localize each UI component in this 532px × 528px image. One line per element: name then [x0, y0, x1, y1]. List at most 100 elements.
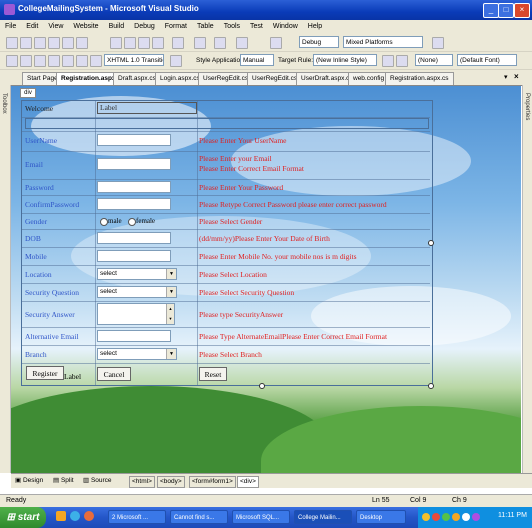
print-icon[interactable]: [76, 37, 88, 49]
reset-button[interactable]: Reset: [199, 367, 227, 381]
source-view-button[interactable]: ▥ Source: [83, 476, 112, 486]
menu-build[interactable]: Build: [104, 20, 130, 34]
tray-icon-5[interactable]: [462, 513, 470, 521]
open-icon[interactable]: [34, 37, 46, 49]
tray-icon-3[interactable]: [442, 513, 450, 521]
tab-dropdown-icon[interactable]: ▾: [504, 73, 508, 81]
menu-website[interactable]: Website: [68, 20, 103, 34]
validate-icon[interactable]: [170, 55, 182, 67]
taskbar-item-desktop[interactable]: Desktop: [356, 510, 406, 524]
firefox-icon[interactable]: [84, 511, 94, 521]
crumb-html[interactable]: <html>: [129, 476, 155, 488]
tab-web-config[interactable]: web.config: [348, 72, 390, 85]
menu-test[interactable]: Test: [245, 20, 268, 34]
redo-icon[interactable]: [214, 37, 226, 49]
bookmark-icon[interactable]: [62, 55, 74, 67]
dob-input[interactable]: [97, 232, 171, 244]
tab-registration-aspx-cs[interactable]: Registration.aspx.cs: [385, 72, 454, 85]
uncomment-icon[interactable]: [48, 55, 60, 67]
save-icon[interactable]: [48, 37, 60, 49]
show-overlay-icon[interactable]: [396, 55, 408, 67]
tab-userregedit-cs-2[interactable]: UserRegEdit.cs: [247, 72, 303, 85]
taskbar-item-college-mailing[interactable]: College Mailin...: [294, 510, 352, 524]
close-tab-icon[interactable]: ×: [514, 72, 519, 81]
menu-tools[interactable]: Tools: [219, 20, 245, 34]
male-radio[interactable]: [100, 218, 108, 226]
close-button[interactable]: ×: [514, 3, 530, 18]
ie-icon[interactable]: [70, 511, 80, 521]
password-input[interactable]: [97, 181, 171, 193]
block-format-dropdown[interactable]: (None): [415, 54, 453, 66]
maximize-button[interactable]: □: [498, 3, 514, 18]
security-question-select[interactable]: select ▼: [97, 286, 177, 298]
textarea-scrollbar[interactable]: ▲ ▼: [166, 304, 174, 324]
save-all-icon[interactable]: [62, 37, 74, 49]
style-application-dropdown[interactable]: Manual: [240, 54, 274, 66]
taskbar-item-cannot-find[interactable]: Cannot find s...: [170, 510, 228, 524]
taskbar-item-microsoft[interactable]: 2 Microsoft ...: [108, 510, 166, 524]
branch-select[interactable]: select ▼: [97, 348, 177, 360]
register-button[interactable]: Register: [26, 366, 64, 380]
menu-window[interactable]: Window: [268, 20, 303, 34]
tray-icon-2[interactable]: [432, 513, 440, 521]
resize-handle-bottom[interactable]: [259, 383, 265, 389]
menu-edit[interactable]: Edit: [21, 20, 43, 34]
split-view-button[interactable]: ▤ Split: [53, 476, 74, 486]
delete-icon[interactable]: [152, 37, 164, 49]
add-item-icon[interactable]: [20, 37, 32, 49]
menu-debug[interactable]: Debug: [129, 20, 160, 34]
platform-dropdown[interactable]: Mixed Platforms: [343, 36, 423, 48]
email-input[interactable]: [97, 158, 171, 170]
next-bookmark-icon[interactable]: [90, 55, 102, 67]
target-rule-dropdown[interactable]: (New Inline Style): [313, 54, 377, 66]
menu-table[interactable]: Table: [192, 20, 219, 34]
mobile-input[interactable]: [97, 250, 171, 262]
female-radio[interactable]: [128, 218, 136, 226]
resize-handle-corner[interactable]: [428, 383, 434, 389]
cancel-button[interactable]: Cancel: [97, 367, 131, 381]
menu-view[interactable]: View: [43, 20, 68, 34]
confirm-password-input[interactable]: [97, 198, 171, 210]
taskbar-item-sql[interactable]: Microsoft SQL...: [232, 510, 290, 524]
copy-icon[interactable]: [124, 37, 136, 49]
menu-format[interactable]: Format: [160, 20, 192, 34]
outdent-icon[interactable]: [6, 55, 18, 67]
comment-icon[interactable]: [34, 55, 46, 67]
tray-icon-4[interactable]: [452, 513, 460, 521]
tab-registration-aspx[interactable]: Registration.aspx: [56, 72, 121, 85]
doctype-dropdown[interactable]: XHTML 1.0 Transitional (: [104, 54, 164, 66]
crumb-div[interactable]: <div>: [237, 476, 259, 488]
navigate-icon[interactable]: [236, 37, 248, 49]
crumb-body[interactable]: <body>: [157, 476, 185, 488]
tray-icon-6[interactable]: [472, 513, 480, 521]
quick-launch-icon-1[interactable]: [56, 511, 66, 521]
crumb-form[interactable]: <form#form1>: [189, 476, 236, 488]
tab-draft-aspx-cs[interactable]: Draft.aspx.cs: [113, 72, 161, 85]
tab-userregedit-cs-1[interactable]: UserRegEdit.cs: [198, 72, 254, 85]
location-select[interactable]: select ▼: [97, 268, 177, 280]
config-dropdown[interactable]: Debug: [299, 36, 339, 48]
username-input[interactable]: [97, 134, 171, 146]
resize-handle-right[interactable]: [428, 240, 434, 246]
toolbox-strip[interactable]: Toolbox: [0, 85, 11, 473]
undo-icon[interactable]: [194, 37, 206, 49]
design-view-button[interactable]: ▣ Design: [15, 476, 43, 486]
cut-icon[interactable]: [110, 37, 122, 49]
properties-strip[interactable]: Properties: [522, 85, 532, 473]
menu-help[interactable]: Help: [303, 20, 327, 34]
alt-email-input[interactable]: [97, 330, 171, 342]
font-dropdown[interactable]: (Default Font): [457, 54, 517, 66]
menu-file[interactable]: File: [0, 20, 21, 34]
paste-icon[interactable]: [138, 37, 150, 49]
security-answer-textarea[interactable]: ▲ ▼: [97, 303, 175, 325]
prev-bookmark-icon[interactable]: [76, 55, 88, 67]
apply-style-icon[interactable]: [382, 55, 394, 67]
start-button[interactable]: ⊞ start: [0, 507, 46, 528]
minimize-button[interactable]: _: [483, 3, 499, 18]
indent-icon[interactable]: [20, 55, 32, 67]
tray-icon-1[interactable]: [422, 513, 430, 521]
start-debug-icon[interactable]: [270, 37, 282, 49]
new-project-icon[interactable]: [6, 37, 18, 49]
find-icon[interactable]: [172, 37, 184, 49]
find-in-files-icon[interactable]: [432, 37, 444, 49]
